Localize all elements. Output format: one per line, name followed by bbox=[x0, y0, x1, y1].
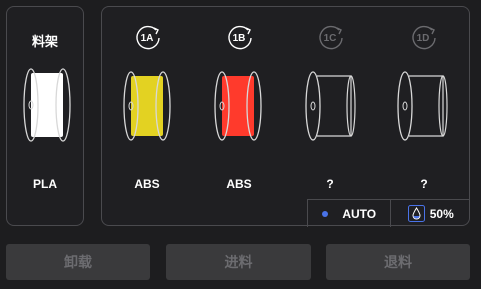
rack-spool[interactable] bbox=[21, 63, 71, 147]
load-button[interactable]: 进料 bbox=[166, 244, 311, 280]
spool-1b-filament bbox=[222, 76, 254, 136]
slot-material-1a: ABS bbox=[134, 177, 160, 191]
rack-material: PLA bbox=[33, 177, 57, 191]
slot-id-1c: 1C bbox=[324, 33, 337, 44]
retract-button[interactable]: 退料 bbox=[326, 244, 470, 280]
slot-material-1b: ABS bbox=[226, 177, 252, 191]
spool-1a-filament bbox=[131, 76, 163, 136]
spool-1c[interactable] bbox=[303, 66, 359, 146]
slot-id-1b: 1B bbox=[233, 33, 246, 44]
auto-mode-toggle[interactable]: AUTO bbox=[308, 200, 392, 227]
slot-badge-1a: 1A bbox=[136, 25, 160, 50]
slot-badge-1c: 1C bbox=[319, 25, 343, 50]
slot-id-1d: 1D bbox=[417, 33, 430, 44]
slot-id-1a: 1A bbox=[141, 33, 154, 44]
ams-status-bar: AUTO 50% bbox=[307, 199, 470, 227]
rack-title: 料架 bbox=[31, 35, 58, 50]
ams-panel: 1A ABS 1B ABS 1C ? 1D ? bbox=[101, 6, 470, 226]
humidity-indicator[interactable]: 50% bbox=[391, 200, 470, 227]
slot-badge-1b: 1B bbox=[228, 25, 252, 50]
spool-1d[interactable] bbox=[395, 66, 451, 146]
humidity-value: 50% bbox=[429, 206, 454, 221]
rack-panel: 料架 PLA bbox=[6, 6, 84, 226]
spool-1b[interactable] bbox=[212, 66, 262, 146]
slot-material-1d: ? bbox=[420, 177, 428, 191]
humidity-icon bbox=[407, 205, 425, 222]
slot-badge-1d: 1D bbox=[412, 25, 436, 50]
auto-indicator-icon bbox=[322, 210, 329, 217]
spool-1a[interactable] bbox=[121, 66, 171, 146]
auto-mode-label: AUTO bbox=[342, 206, 377, 221]
unload-button[interactable]: 卸载 bbox=[6, 244, 150, 280]
slot-material-1c: ? bbox=[326, 177, 334, 191]
